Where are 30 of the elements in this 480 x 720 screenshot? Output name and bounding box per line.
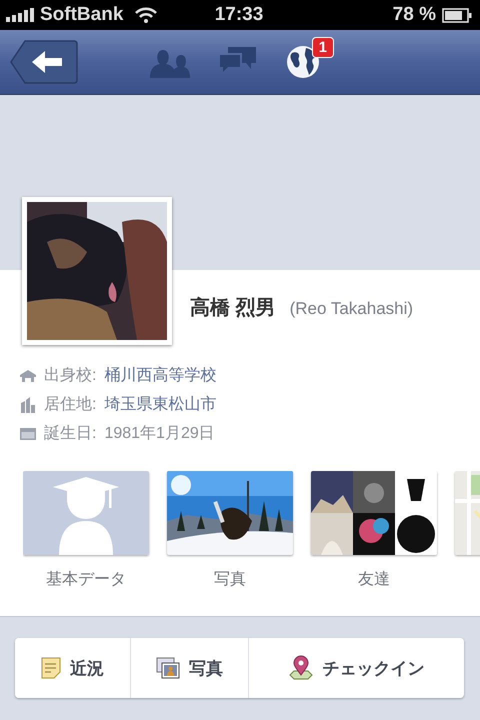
profile-alt-name: (Reo Takahashi) bbox=[290, 299, 414, 319]
clock-time: 17:33 bbox=[214, 4, 264, 25]
action-button[interactable]: 写真 bbox=[131, 638, 249, 698]
info-label: 居住地: bbox=[44, 394, 96, 415]
tile-label: 基本データ bbox=[46, 570, 126, 590]
school-icon bbox=[20, 370, 36, 382]
tile-label: 友達 bbox=[358, 570, 390, 590]
info-value: 1981年1月29日 bbox=[104, 424, 215, 444]
action-button[interactable]: 近況 bbox=[15, 638, 131, 698]
battery-icon bbox=[442, 8, 472, 22]
notification-badge: 1 bbox=[312, 37, 334, 58]
calendar-icon bbox=[20, 428, 36, 440]
map-pin-icon bbox=[288, 655, 314, 681]
tile-thumbnail[interactable] bbox=[23, 471, 149, 555]
action-button[interactable]: チェックイン bbox=[249, 638, 463, 698]
battery-percent: 78 % bbox=[392, 4, 436, 26]
signal-icon bbox=[6, 8, 36, 22]
info-label: 誕生日: bbox=[44, 424, 96, 444]
note-icon bbox=[41, 657, 61, 679]
globe-icon[interactable] bbox=[286, 45, 320, 79]
photos-icon bbox=[156, 657, 180, 679]
tile-label: 写真 bbox=[214, 570, 246, 590]
wifi-icon bbox=[135, 7, 158, 23]
info-label: 出身校: bbox=[44, 366, 96, 386]
back-button[interactable] bbox=[10, 39, 78, 85]
profile-name: 高橋 烈男 bbox=[190, 296, 276, 321]
info-link[interactable]: 埼玉県東松山市 bbox=[104, 394, 216, 415]
info-link[interactable]: 桶川西高等学校 bbox=[104, 365, 216, 386]
carrier-name: SoftBank bbox=[40, 4, 124, 26]
building-icon bbox=[20, 396, 36, 412]
